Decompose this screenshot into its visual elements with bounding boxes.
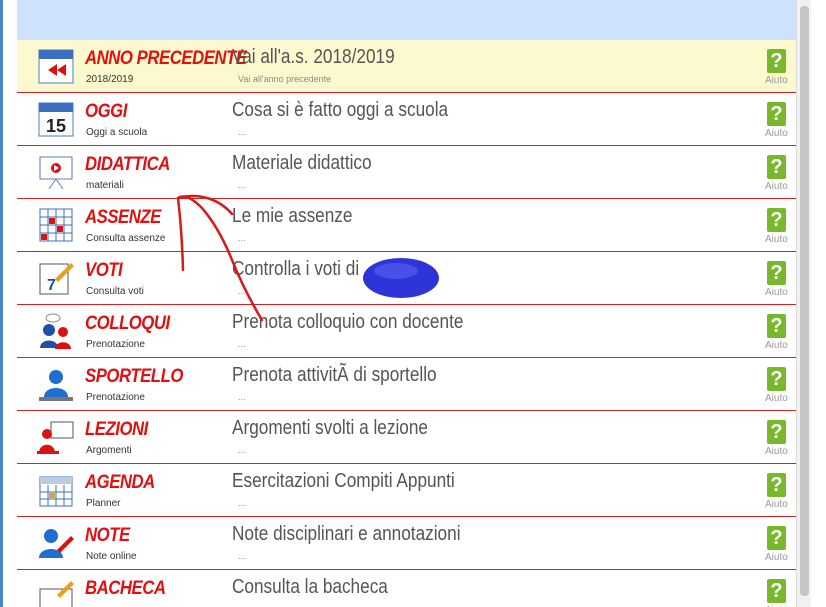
menu-row-description[interactable]: Prenota colloquio con docente bbox=[232, 311, 463, 334]
menu-row-subtitle: Prenotazione bbox=[86, 392, 145, 403]
help-label[interactable]: Aiuto bbox=[765, 128, 788, 139]
svg-text:7: 7 bbox=[47, 277, 56, 294]
absence-grid-icon bbox=[37, 206, 75, 244]
menu-row-subdescription: ... bbox=[238, 233, 246, 243]
menu-row-title[interactable]: AGENDA bbox=[85, 472, 155, 494]
help-label[interactable]: Aiuto bbox=[765, 287, 788, 298]
help-icon[interactable]: ? bbox=[767, 102, 786, 126]
menu-row-colloqui[interactable]: COLLOQUI Prenotazione Prenota colloquio … bbox=[17, 305, 811, 358]
main-menu-list: ANNO PRECEDENTE 2018/2019 Vai all'a.s. 2… bbox=[17, 40, 811, 607]
help-icon[interactable]: ? bbox=[767, 526, 786, 550]
svg-text:15: 15 bbox=[46, 116, 66, 136]
help-icon[interactable]: ? bbox=[767, 367, 786, 391]
menu-row-lezioni[interactable]: LEZIONI Argomenti Argomenti svolti a lez… bbox=[17, 411, 811, 464]
grade-pencil-icon: 7 bbox=[37, 259, 75, 297]
menu-row-title[interactable]: BACHECA bbox=[85, 578, 166, 600]
menu-row-title[interactable]: OGGI bbox=[85, 101, 127, 123]
help-label[interactable]: Aiuto bbox=[765, 340, 788, 351]
teacher-board-icon bbox=[37, 418, 75, 456]
presentation-board-icon bbox=[37, 153, 75, 191]
menu-row-subdescription: ... bbox=[238, 551, 246, 561]
help-icon[interactable]: ? bbox=[767, 49, 786, 73]
help-desk-icon bbox=[37, 365, 75, 403]
menu-row-subdescription: ... bbox=[238, 286, 246, 296]
menu-row-note[interactable]: NOTE Note online Note disciplinari e ann… bbox=[17, 517, 811, 570]
menu-row-description[interactable]: Prenota attivitÃ di sportello bbox=[232, 364, 437, 387]
menu-row-description[interactable]: Materiale didattico bbox=[232, 152, 372, 175]
menu-row-assenze[interactable]: ASSENZE Consulta assenze Le mie assenze … bbox=[17, 199, 811, 252]
help-icon[interactable]: ? bbox=[767, 473, 786, 497]
menu-row-subtitle: materiali bbox=[86, 180, 124, 191]
menu-row-description[interactable]: Cosa si è fatto oggi a scuola bbox=[232, 99, 448, 122]
menu-row-title[interactable]: LEZIONI bbox=[85, 419, 148, 441]
calendar-back-icon bbox=[37, 47, 75, 85]
menu-row-subdescription: ... bbox=[238, 180, 246, 190]
planner-icon bbox=[37, 471, 75, 509]
menu-row-description[interactable]: Note disciplinari e annotazioni bbox=[232, 523, 461, 546]
help-icon[interactable]: ? bbox=[767, 261, 786, 285]
calendar-15-icon: 15 bbox=[37, 100, 75, 138]
help-label[interactable]: Aiuto bbox=[765, 181, 788, 192]
help-label[interactable]: Aiuto bbox=[765, 234, 788, 245]
page-container: ANNO PRECEDENTE 2018/2019 Vai all'a.s. 2… bbox=[17, 0, 811, 607]
help-label[interactable]: Aiuto bbox=[765, 552, 788, 563]
menu-row-description[interactable]: Controlla i voti di bbox=[232, 258, 359, 281]
menu-row-description[interactable]: Argomenti svolti a lezione bbox=[232, 417, 428, 440]
menu-row-subtitle: Consulta assenze bbox=[86, 233, 166, 244]
notes-pencil-icon bbox=[37, 524, 75, 562]
menu-row-description[interactable]: Esercitazioni Compiti Appunti bbox=[232, 470, 455, 493]
menu-row-subtitle: Planner bbox=[86, 498, 121, 509]
scrollbar-thumb[interactable] bbox=[800, 6, 809, 596]
help-label[interactable]: Aiuto bbox=[765, 75, 788, 86]
menu-row-subtitle: 2018/2019 bbox=[86, 74, 134, 85]
menu-row-subdescription: ... bbox=[238, 339, 246, 349]
menu-row-subtitle: Oggi a scuola bbox=[86, 127, 148, 138]
menu-row-oggi[interactable]: 15 OGGI Oggi a scuola Cosa si è fatto og… bbox=[17, 93, 811, 146]
help-label[interactable]: Aiuto bbox=[765, 393, 788, 404]
menu-row-subdescription: ... bbox=[238, 127, 246, 137]
menu-row-title[interactable]: VOTI bbox=[85, 260, 123, 282]
menu-row-subtitle: Consulta voti bbox=[86, 286, 144, 297]
help-icon[interactable]: ? bbox=[767, 208, 786, 232]
menu-row-title[interactable]: ASSENZE bbox=[85, 207, 161, 229]
conversation-icon bbox=[37, 312, 75, 350]
menu-row-subtitle: Prenotazione bbox=[86, 339, 145, 350]
help-icon[interactable]: ? bbox=[767, 314, 786, 338]
vertical-scrollbar[interactable] bbox=[796, 0, 811, 607]
help-label[interactable]: Aiuto bbox=[765, 499, 788, 510]
menu-row-subdescription: ... bbox=[238, 392, 246, 402]
menu-row-subtitle: Note online bbox=[86, 551, 137, 562]
menu-row-subtitle: Argomenti bbox=[86, 445, 132, 456]
menu-row-title[interactable]: COLLOQUI bbox=[85, 313, 170, 335]
menu-row-description[interactable]: Consulta la bacheca bbox=[232, 576, 388, 599]
top-header-bar bbox=[17, 0, 811, 41]
menu-row-anno-precedente[interactable]: ANNO PRECEDENTE 2018/2019 Vai all'a.s. 2… bbox=[17, 40, 811, 93]
menu-row-voti[interactable]: 7 VOTI Consulta voti Controlla i voti di… bbox=[17, 252, 811, 305]
help-icon[interactable]: ? bbox=[767, 420, 786, 444]
menu-row-subdescription: ... bbox=[238, 498, 246, 508]
menu-row-title[interactable]: NOTE bbox=[85, 525, 130, 547]
menu-row-subdescription: ... bbox=[238, 445, 246, 455]
noticeboard-icon bbox=[37, 577, 75, 607]
menu-row-title[interactable]: ANNO PRECEDENTE bbox=[85, 48, 247, 70]
menu-row-bacheca[interactable]: BACHECA Consulta la bacheca ? Aiuto bbox=[17, 570, 811, 607]
menu-row-title[interactable]: DIDATTICA bbox=[85, 154, 170, 176]
help-icon[interactable]: ? bbox=[767, 155, 786, 179]
menu-row-title[interactable]: SPORTELLO bbox=[85, 366, 183, 388]
help-icon[interactable]: ? bbox=[767, 579, 786, 603]
help-label[interactable]: Aiuto bbox=[765, 446, 788, 457]
menu-row-didattica[interactable]: DIDATTICA materiali Materiale didattico … bbox=[17, 146, 811, 199]
menu-row-agenda[interactable]: AGENDA Planner Esercitazioni Compiti App… bbox=[17, 464, 811, 517]
left-border bbox=[0, 0, 3, 607]
menu-row-subdescription: Vai all'anno precedente bbox=[238, 74, 332, 84]
menu-row-description[interactable]: Vai all'a.s. 2018/2019 bbox=[232, 46, 395, 69]
menu-row-description[interactable]: Le mie assenze bbox=[232, 205, 352, 228]
menu-row-sportello[interactable]: SPORTELLO Prenotazione Prenota attivitÃ … bbox=[17, 358, 811, 411]
